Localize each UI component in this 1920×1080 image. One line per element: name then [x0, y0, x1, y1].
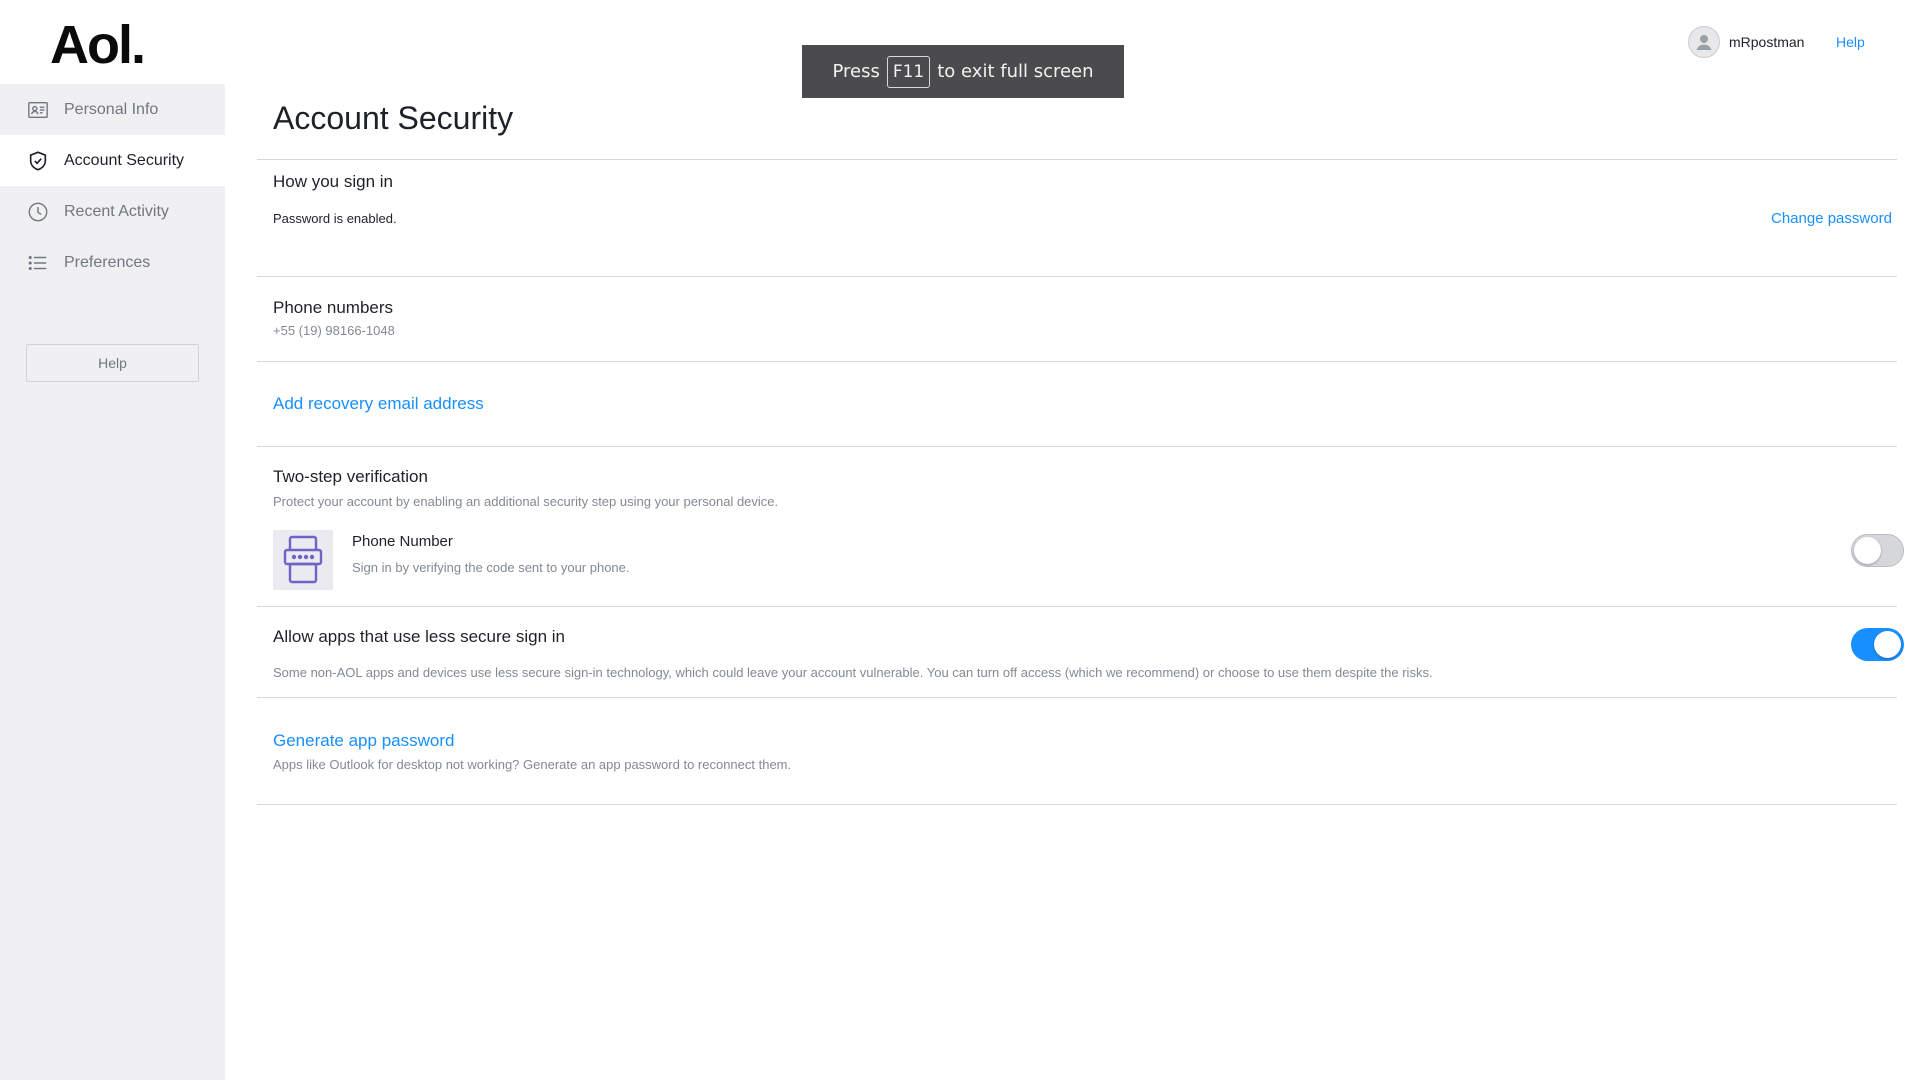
- app-password-section: Generate app password Apps like Outlook …: [257, 697, 1897, 805]
- sign-in-heading: How you sign in: [273, 172, 394, 191]
- username[interactable]: mRpostman: [1729, 34, 1804, 50]
- recovery-email-section: Add recovery email address: [257, 361, 1897, 446]
- less-secure-toggle[interactable]: [1851, 628, 1904, 661]
- sidebar-help-button[interactable]: Help: [26, 344, 199, 382]
- fullscreen-banner-key: F11: [886, 55, 931, 88]
- phone-method-description: Sign in by verifying the code sent to yo…: [352, 560, 630, 575]
- sidebar-item-account-security[interactable]: Account Security: [0, 135, 225, 186]
- sidebar-item-recent-activity[interactable]: Recent Activity: [0, 186, 225, 237]
- sidebar-item-personal-info[interactable]: Personal Info: [0, 84, 225, 135]
- sidebar-item-label: Account Security: [64, 151, 185, 169]
- logo-area: Aol.: [0, 0, 225, 84]
- sidebar-item-label: Personal Info: [64, 100, 159, 118]
- phone-method-title: Phone Number: [352, 533, 453, 550]
- toggle-knob: [1874, 631, 1901, 658]
- clock-icon: [26, 200, 50, 224]
- user-menu[interactable]: mRpostman: [1688, 26, 1804, 58]
- sign-in-section: How you sign in Password is enabled. Cha…: [257, 159, 1897, 276]
- fullscreen-banner-press: Press: [832, 61, 880, 82]
- less-secure-heading: Allow apps that use less secure sign in: [273, 627, 565, 646]
- user-icon: [1696, 35, 1712, 50]
- phone-number-value: +55 (19) 98166-1048: [273, 323, 395, 338]
- toggle-knob: [1854, 537, 1881, 564]
- less-secure-description: Some non-AOL apps and devices use less s…: [273, 665, 1433, 680]
- less-secure-section: Allow apps that use less secure sign in …: [257, 606, 1904, 697]
- change-password-link[interactable]: Change password: [1771, 210, 1892, 227]
- list-icon: [26, 251, 50, 275]
- fullscreen-banner: Press F11 to exit full screen: [802, 45, 1124, 98]
- two-step-heading: Two-step verification: [273, 467, 428, 486]
- two-step-description: Protect your account by enabling an addi…: [273, 494, 779, 509]
- phone-numbers-section: Phone numbers +55 (19) 98166-1048: [257, 276, 1897, 361]
- page-title: Account Security: [273, 100, 514, 136]
- phone-device-icon: [273, 530, 333, 590]
- phone-numbers-heading: Phone numbers: [273, 298, 394, 317]
- aol-logo[interactable]: Aol.: [50, 18, 225, 72]
- sidebar-item-label: Preferences: [64, 253, 151, 271]
- sidebar-item-preferences[interactable]: Preferences: [0, 237, 225, 288]
- shield-icon: [26, 149, 50, 173]
- app-password-description: Apps like Outlook for desktop not workin…: [273, 757, 792, 772]
- generate-app-password-link[interactable]: Generate app password: [273, 731, 454, 751]
- two-step-section: Two-step verification Protect your accou…: [257, 446, 1904, 606]
- sidebar: Aol. Personal Info Account Security Rece…: [0, 0, 225, 1080]
- password-status: Password is enabled.: [273, 211, 397, 226]
- sidebar-item-label: Recent Activity: [64, 202, 169, 220]
- two-step-toggle[interactable]: [1851, 534, 1904, 567]
- id-card-icon: [26, 98, 50, 122]
- top-help-link[interactable]: Help: [1836, 34, 1865, 50]
- fullscreen-banner-text: to exit full screen: [937, 61, 1094, 82]
- add-recovery-email-link[interactable]: Add recovery email address: [273, 394, 484, 414]
- sidebar-nav: Personal Info Account Security Recent Ac…: [0, 84, 225, 288]
- avatar[interactable]: [1688, 26, 1720, 58]
